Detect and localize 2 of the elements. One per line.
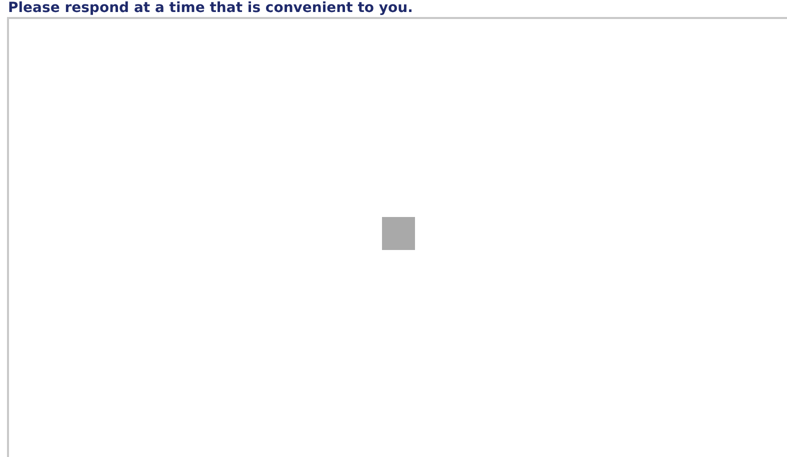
plugin-placeholder-icon (382, 216, 414, 250)
heading: Please respond at a time that is convenient to you. (7, 0, 414, 17)
